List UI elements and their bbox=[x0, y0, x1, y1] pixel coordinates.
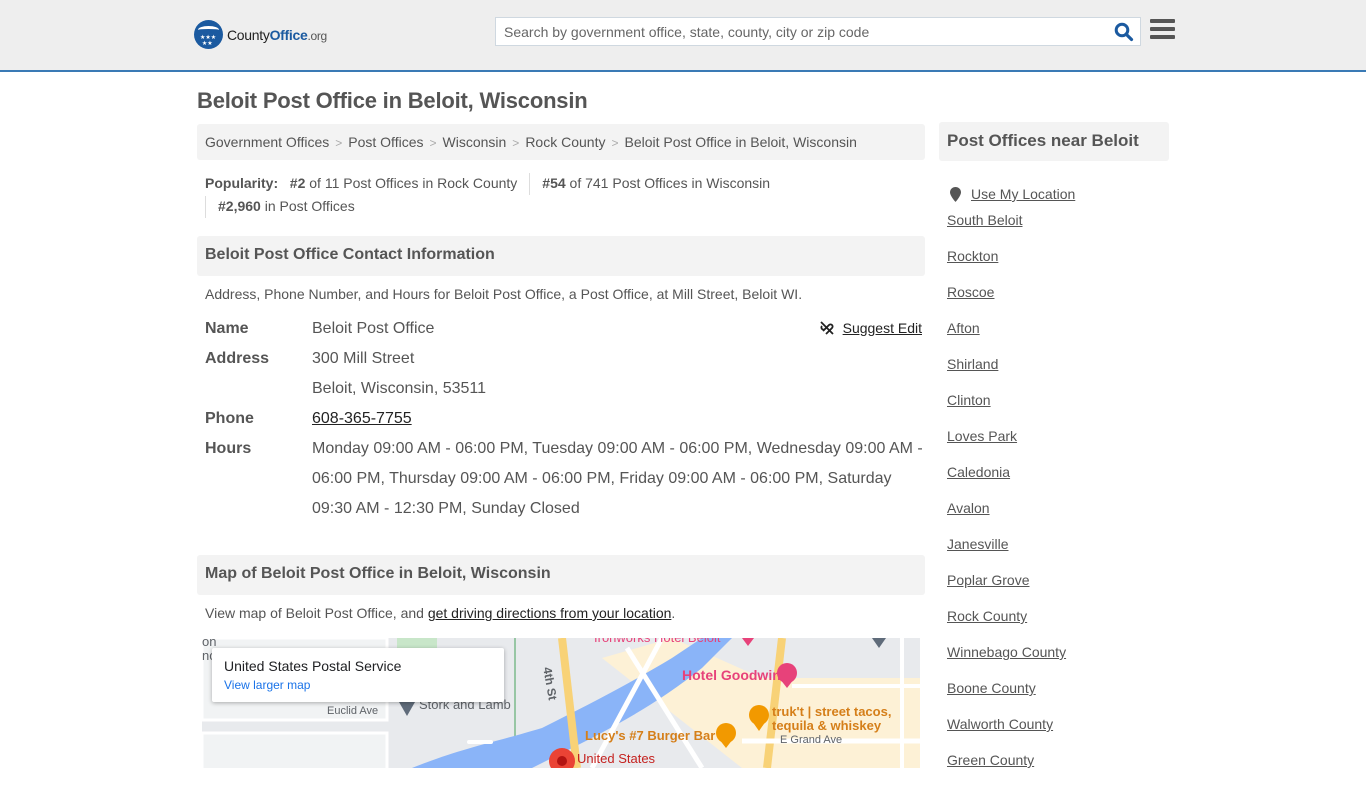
sidebar-item-poplar-grove[interactable]: Poplar Grove bbox=[947, 572, 1029, 588]
map-label-trukt-2: tequila & whiskey bbox=[772, 718, 882, 733]
map-card-title: United States Postal Service bbox=[224, 658, 402, 674]
page-title: Beloit Post Office in Beloit, Wisconsin bbox=[197, 88, 588, 113]
phone-link[interactable]: 608-365-7755 bbox=[312, 410, 412, 427]
map-section-header: Map of Beloit Post Office in Beloit, Wis… bbox=[197, 555, 925, 595]
divider bbox=[205, 195, 206, 218]
sidebar-item-walworth-county[interactable]: Walworth County bbox=[947, 716, 1053, 732]
sidebar-item-caledonia[interactable]: Caledonia bbox=[947, 464, 1010, 480]
address-row: Address 300 Mill Street bbox=[205, 344, 925, 374]
driving-directions-link[interactable]: get driving directions from your locatio… bbox=[428, 605, 672, 621]
sidebar-item-afton[interactable]: Afton bbox=[947, 320, 980, 336]
county-rank-text: of 11 Post Offices in Rock County bbox=[309, 175, 518, 191]
national-rank: #2,960 bbox=[218, 198, 261, 214]
search-button[interactable] bbox=[1114, 22, 1134, 42]
search-icon bbox=[1114, 22, 1134, 42]
breadcrumb-current: Beloit Post Office in Beloit, Wisconsin bbox=[624, 134, 857, 150]
divider bbox=[529, 172, 531, 195]
breadcrumb-item-wisconsin[interactable]: Wisconsin bbox=[443, 134, 507, 150]
sidebar-item-rock-county[interactable]: Rock County bbox=[947, 608, 1027, 624]
search-box bbox=[495, 17, 1141, 46]
county-rank: #2 bbox=[289, 175, 306, 191]
use-my-location: Use My Location bbox=[947, 176, 1167, 212]
state-rank-text: of 741 Post Offices in Wisconsin bbox=[569, 175, 771, 191]
address-row-2: Beloit, Wisconsin, 53511 bbox=[205, 374, 925, 404]
address-line1: 300 Mill Street bbox=[312, 350, 415, 367]
eagle-logo-icon: ★★★ ★★ bbox=[194, 20, 223, 49]
use-my-location-link[interactable]: Use My Location bbox=[971, 186, 1075, 202]
sidebar-item-south-beloit[interactable]: South Beloit bbox=[947, 212, 1023, 228]
national-rank-text: in Post Offices bbox=[264, 198, 355, 214]
sidebar-item-loves-park[interactable]: Loves Park bbox=[947, 428, 1017, 444]
map-info-card: United States Postal Service View larger… bbox=[212, 648, 504, 702]
embedded-map[interactable]: on nc Euclid Ave Stork and Lamb 4th St I… bbox=[202, 638, 920, 768]
breadcrumb-item-rock-county[interactable]: Rock County bbox=[525, 134, 605, 150]
hours-label: Hours bbox=[205, 440, 252, 457]
site-header: ★★★ ★★ CountyOffice.org bbox=[0, 0, 1366, 72]
breadcrumb-item-post-offices[interactable]: Post Offices bbox=[348, 134, 423, 150]
edit-off-icon bbox=[819, 321, 834, 335]
map-label-united-states: United States bbox=[577, 751, 656, 766]
contact-description: Address, Phone Number, and Hours for Bel… bbox=[205, 286, 803, 302]
breadcrumb-separator: > bbox=[335, 136, 343, 150]
breadcrumb-separator: > bbox=[429, 136, 437, 150]
menu-bar bbox=[1150, 35, 1175, 39]
name-label: Name bbox=[205, 320, 249, 337]
map-label-ironworks: Ironworks Hotel Beloit bbox=[594, 638, 720, 645]
map-label-e-grand-ave: E Grand Ave bbox=[780, 734, 843, 746]
sidebar-item-boone-county[interactable]: Boone County bbox=[947, 680, 1036, 696]
map-label-hotel-goodwin: Hotel Goodwin bbox=[682, 667, 781, 683]
sidebar-item-roscoe[interactable]: Roscoe bbox=[947, 284, 994, 300]
address-label: Address bbox=[205, 350, 270, 367]
menu-bar bbox=[1150, 19, 1175, 23]
map-label-trukt: truk't | street tacos, bbox=[772, 704, 892, 719]
hamburger-menu-button[interactable] bbox=[1150, 19, 1175, 41]
sidebar-item-avalon[interactable]: Avalon bbox=[947, 500, 990, 516]
address-line2: Beloit, Wisconsin, 53511 bbox=[312, 380, 487, 397]
phone-label: Phone bbox=[205, 410, 254, 427]
sidebar-item-winnebago-county[interactable]: Winnebago County bbox=[947, 644, 1066, 660]
breadcrumb-separator: > bbox=[512, 136, 520, 150]
nearby-post-offices-list: Use My Location South Beloit Rockton Ros… bbox=[947, 176, 1167, 788]
popularity: Popularity: #2 of 11 Post Offices in Roc… bbox=[205, 172, 925, 218]
logo-text: CountyOffice.org bbox=[227, 26, 327, 43]
sidebar-item-shirland[interactable]: Shirland bbox=[947, 356, 998, 372]
map-label-lucys-burger-bar: Lucy's #7 Burger Bar bbox=[585, 728, 716, 743]
state-rank: #54 bbox=[542, 175, 566, 191]
contact-info: Suggest Edit Name Beloit Post Office Add… bbox=[205, 314, 925, 524]
name-row: Name Beloit Post Office bbox=[205, 314, 925, 344]
sidebar-header: Post Offices near Beloit bbox=[939, 122, 1169, 161]
view-larger-map-link[interactable]: View larger map bbox=[224, 678, 492, 692]
sidebar-item-green-county[interactable]: Green County bbox=[947, 752, 1034, 768]
site-logo[interactable]: ★★★ ★★ CountyOffice.org bbox=[194, 20, 327, 49]
map-description: View map of Beloit Post Office, and get … bbox=[205, 605, 676, 621]
breadcrumb: Government Offices > Post Offices > Wisconsi… bbox=[197, 124, 925, 160]
suggest-edit-label: Suggest Edit bbox=[842, 320, 922, 336]
contact-section-header: Beloit Post Office Contact Information bbox=[197, 236, 925, 276]
sidebar-item-rockton[interactable]: Rockton bbox=[947, 248, 998, 264]
suggest-edit-link[interactable]: Suggest Edit bbox=[819, 320, 922, 336]
location-pin-icon bbox=[950, 186, 961, 202]
search-input[interactable] bbox=[496, 18, 1106, 45]
hours-text: Monday 09:00 AM - 06:00 PM, Tuesday 09:0… bbox=[312, 440, 923, 517]
hours-row: Hours Monday 09:00 AM - 06:00 PM, Tuesda… bbox=[205, 434, 925, 524]
menu-bar bbox=[1150, 27, 1175, 31]
sidebar-item-clinton[interactable]: Clinton bbox=[947, 392, 991, 408]
phone-row: Phone 608-365-7755 bbox=[205, 404, 925, 434]
map-label-euclid-ave: Euclid Ave bbox=[327, 705, 379, 717]
breadcrumb-item-government-offices[interactable]: Government Offices bbox=[205, 134, 329, 150]
breadcrumb-separator: > bbox=[611, 136, 619, 150]
sidebar-item-janesville[interactable]: Janesville bbox=[947, 536, 1008, 552]
popularity-label: Popularity: bbox=[205, 175, 279, 191]
